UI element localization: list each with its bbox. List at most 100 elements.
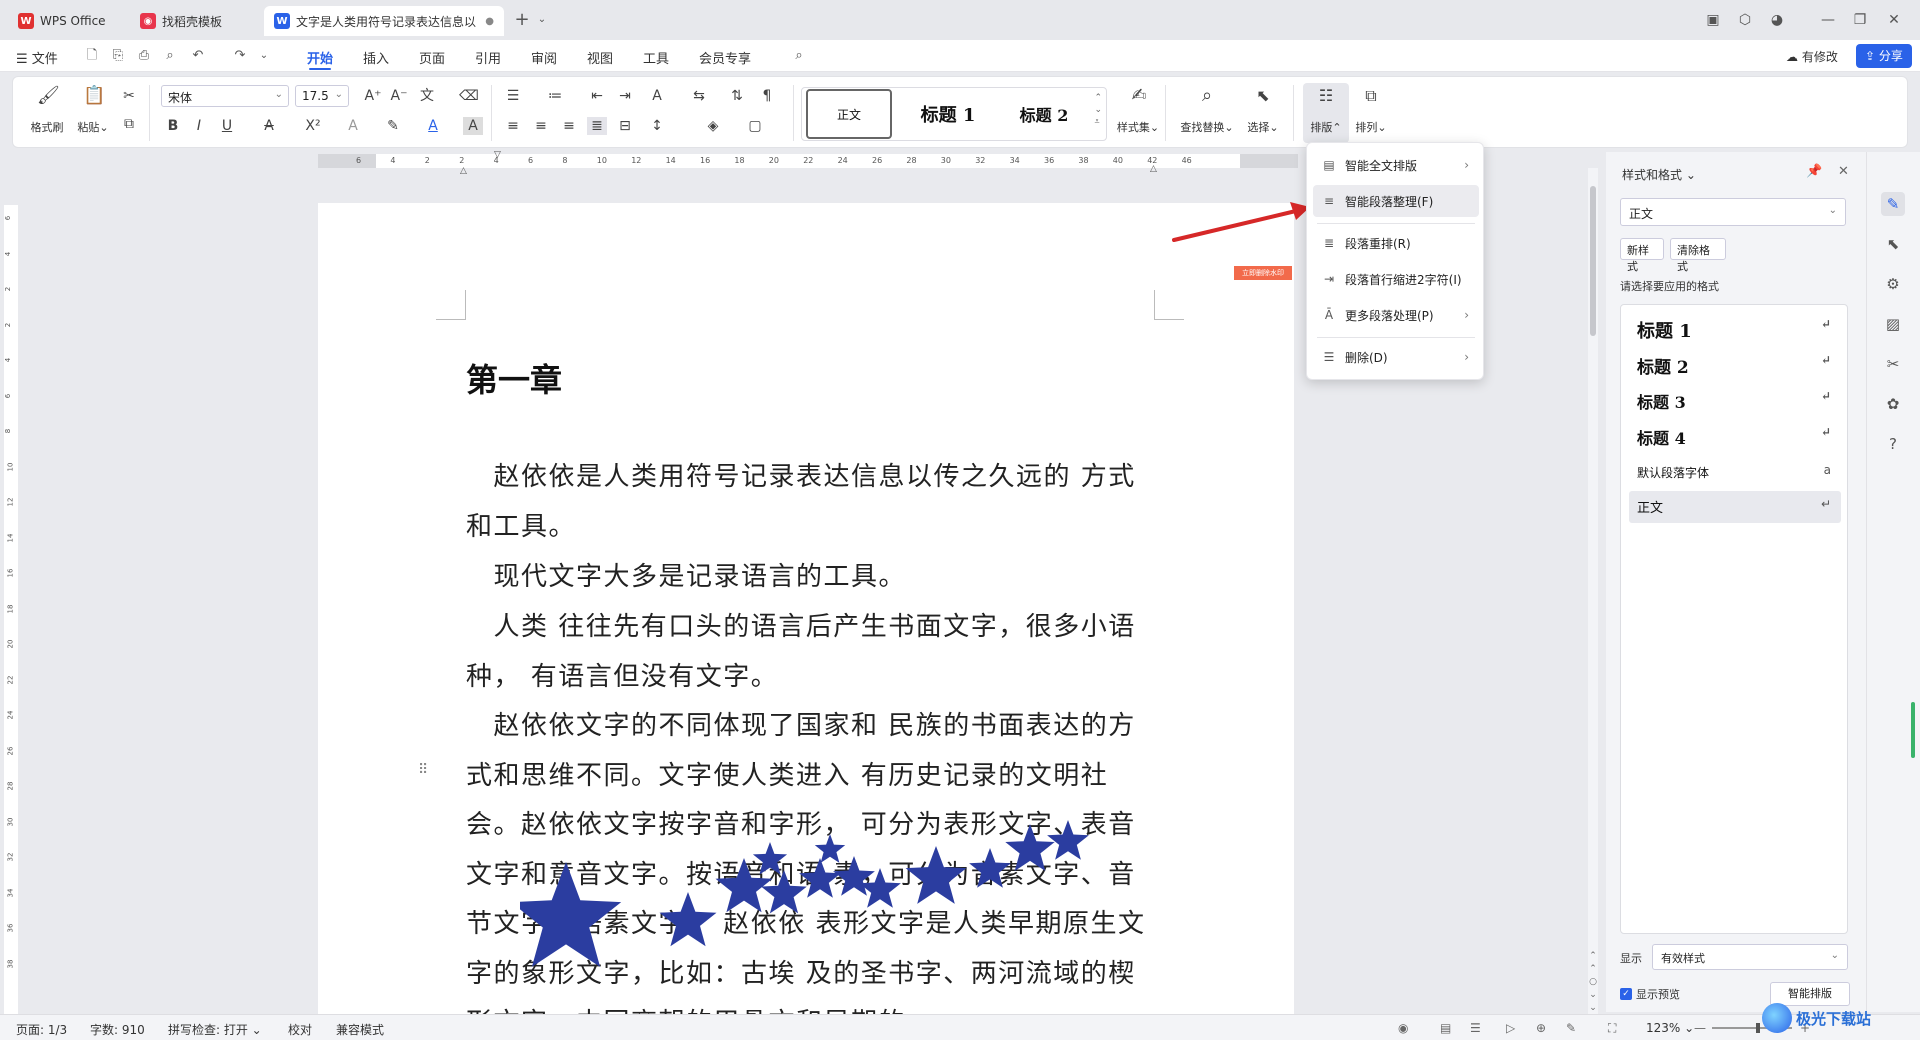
eye-icon[interactable]: ◉ xyxy=(1398,1021,1408,1035)
sort-icon[interactable]: ⇅ xyxy=(727,87,747,105)
share-button[interactable]: ⇪ 分享 xyxy=(1856,44,1912,68)
style-item-heading-4[interactable]: 标题 4 ↵ xyxy=(1629,419,1841,451)
image-icon[interactable]: ▨ xyxy=(1881,312,1905,336)
puzzle-icon[interactable]: ✿ xyxy=(1881,392,1905,416)
close-panel-icon[interactable]: ✕ xyxy=(1838,164,1849,179)
paragraph-2[interactable]: 现代文字大多是记录语言的工具。 xyxy=(466,553,1156,603)
numbered-list-icon[interactable]: ≔ xyxy=(545,87,565,105)
style-edit-icon[interactable]: ✎ xyxy=(1881,192,1905,216)
text-effect-icon[interactable]: A xyxy=(343,117,363,135)
web-view-icon[interactable]: ⊕ xyxy=(1536,1021,1546,1035)
copy-icon[interactable]: ⧉ xyxy=(119,115,139,133)
menu-item-delete[interactable]: ☰ 删除(D) › xyxy=(1313,341,1479,373)
star-shape[interactable] xyxy=(799,858,841,898)
phonetic-icon[interactable]: 文 xyxy=(417,87,437,105)
arrange-button[interactable]: 排列⌄ xyxy=(1349,119,1393,135)
menu-item-first-line-indent[interactable]: ⇥ 段落首行缩进2字符(I) xyxy=(1313,263,1479,295)
more-chevron-icon[interactable]: ⌄ xyxy=(254,46,274,66)
style-set-icon[interactable]: ✍ xyxy=(1129,87,1149,105)
superscript-icon[interactable]: X² xyxy=(303,117,323,135)
zoom-out-icon[interactable]: — xyxy=(1694,1021,1706,1035)
zoom-slider-thumb[interactable] xyxy=(1756,1023,1760,1033)
menu-member[interactable]: 会员专享 xyxy=(699,48,751,67)
watermark-tag[interactable]: 立即删除水印 xyxy=(1234,266,1292,280)
eraser-icon[interactable]: ⌫ xyxy=(459,87,479,105)
page-count[interactable]: 页面: 1/3 xyxy=(16,1021,67,1038)
distribute-icon[interactable]: ⊟ xyxy=(615,117,635,135)
new-tab-icon[interactable]: + xyxy=(512,10,532,30)
menu-insert[interactable]: 插入 xyxy=(363,48,389,67)
current-style-select[interactable]: 正文 ⌄ xyxy=(1620,198,1846,226)
star-shape[interactable] xyxy=(814,834,846,863)
star-shape[interactable] xyxy=(761,870,807,914)
menu-reference[interactable]: 引用 xyxy=(475,48,501,67)
menu-file[interactable]: ☰ 文件 xyxy=(16,48,58,67)
star-shape[interactable] xyxy=(905,846,967,904)
help-icon[interactable]: ? xyxy=(1881,432,1905,456)
paragraph-3[interactable]: 人类 往往先有口头的语言后产生书面文字，很多小语种， 有语言但没有文字。 xyxy=(466,603,1156,702)
style-heading-1[interactable]: 标题 1 xyxy=(898,89,998,139)
font-size-select[interactable]: 17.5 ⌄ xyxy=(295,85,349,107)
save-icon[interactable]: 🗋 xyxy=(82,46,102,66)
cut-icon[interactable]: ✂ xyxy=(119,87,139,105)
format-painter-icon[interactable]: 🖌 xyxy=(37,87,60,105)
bullet-list-icon[interactable]: ☰ xyxy=(503,87,523,105)
menu-item-smart-full-layout[interactable]: ▤ 智能全文排版 › xyxy=(1313,149,1479,181)
menu-page[interactable]: 页面 xyxy=(419,48,445,67)
avatar[interactable]: ◕ xyxy=(1767,10,1787,30)
adjust-icon[interactable]: ⚙ xyxy=(1881,272,1905,296)
font-color-icon[interactable]: A xyxy=(423,117,443,135)
paste-label[interactable]: 粘贴⌄ xyxy=(75,119,111,135)
print-icon[interactable]: ⎙ xyxy=(134,46,154,66)
proofread[interactable]: 校对 xyxy=(288,1021,312,1038)
pen-icon[interactable]: ✎ xyxy=(1566,1021,1576,1035)
bold-icon[interactable]: B xyxy=(163,117,183,135)
tab-templates[interactable]: ◉ 找稻壳模板 xyxy=(130,6,258,36)
close-window-icon[interactable]: ✕ xyxy=(1884,10,1904,30)
chinese-layout-icon[interactable]: A xyxy=(647,87,667,105)
text-direction-icon[interactable]: ⇆ xyxy=(689,87,709,105)
arrange-icon[interactable]: ⧉ xyxy=(1361,87,1381,105)
layout-icon[interactable]: ▣ xyxy=(1703,10,1723,30)
grow-font-icon[interactable]: A⁺ xyxy=(363,87,383,105)
preview-checkbox[interactable]: ✓ 显示预览 xyxy=(1620,986,1680,1002)
indent-marker[interactable]: △ xyxy=(1150,164,1157,174)
fit-icon[interactable]: ⛶ xyxy=(1608,1021,1616,1036)
menu-view[interactable]: 视图 xyxy=(587,48,613,67)
shrink-font-icon[interactable]: A⁻ xyxy=(389,87,409,105)
minimize-icon[interactable]: — xyxy=(1818,10,1838,30)
style-item-default-font[interactable]: 默认段落字体 a xyxy=(1629,455,1841,487)
line-spacing-icon[interactable]: ↕ xyxy=(647,117,667,135)
star-shape[interactable] xyxy=(520,862,622,967)
underline-icon[interactable]: U xyxy=(217,117,237,135)
vertical-ruler[interactable] xyxy=(4,205,18,1025)
style-item-heading-1[interactable]: 标题 1 ↵ xyxy=(1629,311,1841,343)
style-item-normal[interactable]: 正文 ↵ xyxy=(1629,491,1841,523)
indent-marker[interactable]: △ xyxy=(460,166,467,176)
star-shape[interactable] xyxy=(1047,820,1089,860)
indent-marker[interactable]: ▽ xyxy=(494,150,501,160)
strikethrough-icon[interactable]: A xyxy=(259,117,279,135)
highlight-icon[interactable]: ✎ xyxy=(383,117,403,135)
menu-item-more-paragraph[interactable]: Ā 更多段落处理(P) › xyxy=(1313,299,1479,331)
scrollbar-thumb[interactable] xyxy=(1590,186,1596,336)
drag-handle-icon[interactable]: ⠿ xyxy=(418,762,428,778)
gallery-scroll-icon[interactable]: ⌃ ⌄ ⩡ xyxy=(1094,92,1102,128)
font-name-select[interactable]: 宋体 ⌄ xyxy=(161,85,289,107)
paste-icon[interactable]: 📋 xyxy=(83,87,105,105)
paragraph-1[interactable]: 赵依依是人类用符号记录表达信息以传之久远的 方式和工具。 xyxy=(466,453,1156,552)
menu-start[interactable]: 开始 xyxy=(307,48,333,70)
align-center-icon[interactable]: ≡ xyxy=(531,117,551,135)
tab-close-icon[interactable]: ● xyxy=(485,16,494,27)
tab-list-chevron-icon[interactable]: ⌄ xyxy=(532,10,552,30)
star-shape[interactable] xyxy=(969,848,1011,888)
menu-item-paragraph-reflow[interactable]: ≣ 段落重排(R) xyxy=(1313,227,1479,259)
star-shape[interactable] xyxy=(659,892,717,947)
style-item-heading-2[interactable]: 标题 2 ↵ xyxy=(1629,347,1841,379)
page-view-icon[interactable]: ▤ xyxy=(1440,1021,1451,1035)
zoom-level[interactable]: 123% ⌄ xyxy=(1646,1021,1694,1035)
char-shading-icon[interactable]: A xyxy=(463,117,483,135)
star-shapes[interactable] xyxy=(520,810,1100,990)
decrease-indent-icon[interactable]: ⇤ xyxy=(587,87,607,105)
cube-icon[interactable]: ⬡ xyxy=(1735,10,1755,30)
